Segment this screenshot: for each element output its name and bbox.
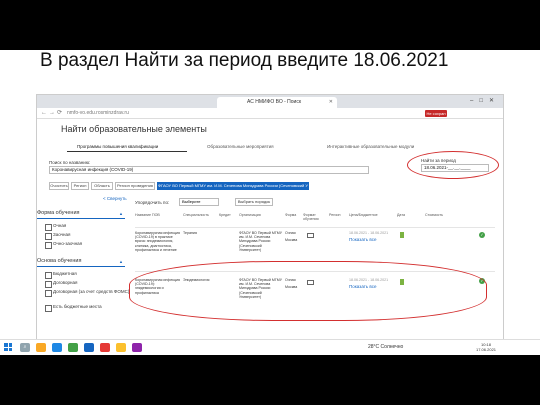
chrome-icon[interactable]: [116, 343, 126, 352]
word-icon[interactable]: [84, 343, 94, 352]
checkbox-budget-places[interactable]: Есть бюджетные места: [45, 304, 102, 312]
weather-text[interactable]: 28°C Солнечно: [368, 344, 403, 350]
checkbox-correspondence[interactable]: Заочная: [45, 232, 70, 240]
window-controls[interactable]: –□✕: [470, 97, 500, 104]
excel-icon[interactable]: [68, 343, 78, 352]
slide-title: В раздел Найти за период введите 18.06.2…: [40, 50, 449, 71]
browser-tab-bar: АС НМИФО ВО - Поиск ✕ –□✕: [37, 95, 503, 108]
col-header: Дата: [397, 213, 405, 217]
close-tab-icon[interactable]: ✕: [329, 97, 333, 108]
col-header: Форма: [285, 213, 297, 217]
organization: ФГАОУ ВО Первый МГМУ им. И.М. Сеченова М…: [239, 278, 283, 299]
region: Москва: [285, 285, 298, 289]
yandex-icon[interactable]: [100, 343, 110, 352]
windows-start-icon[interactable]: [4, 343, 12, 351]
checkbox-budget[interactable]: Бюджетная: [45, 271, 77, 279]
clock[interactable]: 10:18 17.06.2021: [476, 342, 496, 352]
specialty: Эпидемиология: [183, 278, 210, 282]
org-filter-button[interactable]: ФГАОУ ВО Первый МГМУ им. И.М. Сеченова М…: [157, 182, 309, 190]
col-header: Стоимость: [425, 213, 443, 217]
chevron-up-icon[interactable]: ▲: [119, 211, 123, 216]
dates: 18.06.2021 - 18.06.2021: [349, 231, 389, 235]
tab-modules[interactable]: Интерактивные образовательные модули: [317, 142, 467, 152]
col-header: Организация: [239, 213, 261, 217]
form-heading: Форма обучения: [37, 210, 80, 216]
slide: В раздел Найти за период введите 18.06.2…: [0, 50, 540, 355]
form: Очная: [285, 231, 296, 235]
check-icon: ✓: [479, 278, 485, 284]
divider: [37, 266, 125, 267]
col-header: Специальность: [183, 213, 209, 217]
folder-icon[interactable]: [36, 343, 46, 352]
search-icon[interactable]: ⌕: [20, 343, 30, 352]
period-label: Найти за период: [421, 158, 456, 163]
extension-badge[interactable]: Не сохран: [425, 110, 447, 117]
browser-tab[interactable]: АС НМИФО ВО - Поиск ✕: [217, 97, 337, 108]
page-header: Найти образовательные элементы: [37, 124, 503, 138]
check-icon: ✓: [479, 232, 485, 238]
program-name[interactable]: Коронавирусная инфекция (COVID-19) в пра…: [135, 231, 181, 252]
period-input[interactable]: 18.06.2021-__.__.____: [421, 164, 489, 172]
table-row[interactable]: Коронавирусная инфекция (COVID-19): эпид…: [135, 271, 495, 315]
checkbox-full-time[interactable]: Очная: [45, 223, 66, 231]
app-icon[interactable]: [132, 343, 142, 352]
divider: [37, 218, 125, 219]
specialty: Терапия: [183, 231, 197, 235]
col-header: Регион: [329, 213, 341, 217]
region: Москва: [285, 238, 298, 242]
program-name[interactable]: Коронавирусная инфекция (COVID-19): эпид…: [135, 278, 181, 295]
show-all-link[interactable]: Показать все: [349, 237, 376, 242]
nav-arrows-icon[interactable]: ←→⟳: [41, 109, 64, 116]
filter-sidebar: < Свернуть Форма обучения ▲ Очная Заочна…: [37, 196, 129, 354]
order-label: Упорядочить по:: [135, 200, 170, 205]
search-label: Поиск по названию:: [49, 160, 91, 165]
address-bar[interactable]: ←→⟳ nmfo-vo.edu.rosminzdrav.ru Не сохран: [37, 108, 503, 119]
basis-heading: Основа обучения: [37, 258, 82, 264]
col-header: Кредит: [219, 213, 231, 217]
tab-events[interactable]: Образовательные мероприятия: [197, 142, 307, 152]
order-select[interactable]: Выберите: [179, 198, 219, 206]
collapse-link[interactable]: < Свернуть: [103, 196, 127, 201]
search-input[interactable]: Коронавирусная инфекция (COVID-19): [49, 166, 369, 174]
browser-window: АС НМИФО ВО - Поиск ✕ –□✕ ←→⟳ nmfo-vo.ed…: [36, 94, 504, 355]
form: Очная: [285, 278, 296, 282]
show-all-link[interactable]: Показать все: [349, 284, 376, 289]
page-title: Найти образовательные элементы: [61, 124, 207, 134]
checkbox-contract[interactable]: Договорная: [45, 280, 77, 288]
tab-title: АС НМИФО ВО - Поиск: [247, 99, 302, 105]
windows-taskbar: ⌕ 28°C Солнечно 10:18 17.06.2021: [0, 339, 540, 355]
tab-programs[interactable]: Программы повышения квалификации: [67, 142, 187, 152]
area-button[interactable]: Область: [91, 182, 113, 190]
url-text[interactable]: nmfo-vo.edu.rosminzdrav.ru: [67, 110, 129, 116]
program-tabs: Программы повышения квалификации Образов…: [67, 142, 487, 152]
monitor-icon: [307, 280, 314, 285]
col-header: Цена/Бюджетное: [349, 213, 378, 217]
col-header: Формат обучения: [303, 213, 319, 222]
clear-button[interactable]: Очистить: [49, 182, 69, 190]
col-header: Название ПОВ: [135, 213, 160, 217]
monitor-icon: [307, 233, 314, 238]
region-button[interactable]: Регион: [71, 182, 89, 190]
dates: 18.06.2021 - 18.06.2021: [349, 278, 389, 282]
venue-region-button[interactable]: Регион проведения: [115, 182, 155, 190]
document-icon: [400, 232, 404, 238]
table-row[interactable]: Коронавирусная инфекция (COVID-19) в пра…: [135, 227, 495, 271]
document-icon: [400, 279, 404, 285]
edge-icon[interactable]: [52, 343, 62, 352]
checkbox-part-time[interactable]: Очно-заочная: [45, 241, 82, 249]
checkbox-contract-foms[interactable]: Договорная (за счет средств ФОМС): [45, 289, 133, 297]
organization: ФГАОУ ВО Первый МГМУ им. И.М. Сеченова М…: [239, 231, 283, 252]
order-button[interactable]: Выбрать порядок: [235, 198, 273, 206]
chevron-up-icon[interactable]: ▲: [119, 259, 123, 264]
date-text: 17.06.2021: [476, 347, 497, 352]
